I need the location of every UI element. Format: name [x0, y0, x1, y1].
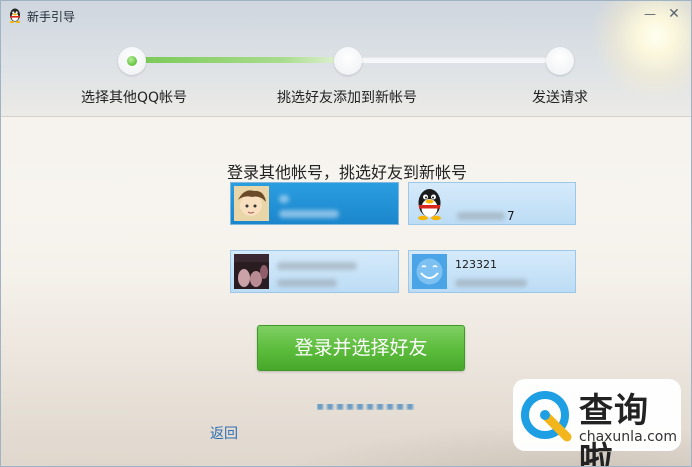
step-2-label: 挑选好友添加到新帐号: [277, 90, 417, 106]
step-1-indicator: [118, 47, 146, 75]
account-card-3[interactable]: [230, 250, 399, 293]
step-3-label: 发送请求: [532, 90, 588, 106]
redacted-name: [277, 262, 357, 270]
close-icon[interactable]: ✕: [663, 5, 685, 23]
header-banner: 新手引导 — ✕ 选择其他QQ帐号 挑选好友添加到新帐号 发送请求: [1, 1, 691, 117]
minimize-icon[interactable]: —: [639, 5, 661, 23]
qq-penguin-icon: [7, 7, 23, 23]
redacted-name: [279, 195, 289, 203]
redacted-number: [457, 212, 505, 220]
watermark: 查询啦 chaxunla.com: [513, 379, 681, 466]
redacted-number: [277, 279, 337, 287]
account-card-4[interactable]: 123321: [408, 250, 576, 293]
page-heading: 登录其他帐号，挑选好友到新帐号: [226, 163, 467, 182]
account-name: 7: [507, 209, 515, 223]
step-1-active-dot: [127, 56, 137, 66]
login-and-select-friends-button[interactable]: 登录并选择好友: [257, 325, 465, 371]
step-3-indicator: [546, 47, 574, 75]
back-link[interactable]: 返回: [210, 423, 238, 443]
redacted-number: [279, 210, 339, 218]
dark-photo-avatar: [234, 254, 269, 289]
guide-window: 新手引导 — ✕ 选择其他QQ帐号 挑选好友添加到新帐号 发送请求 登录其他帐号…: [0, 0, 692, 467]
watermark-url: chaxunla.com: [579, 429, 677, 445]
cartoon-avatar: [234, 186, 269, 221]
partially-hidden-link: [317, 404, 415, 410]
account-card-1[interactable]: [230, 182, 399, 225]
account-card-2[interactable]: 7: [408, 182, 576, 225]
progress-fill: [133, 57, 347, 63]
title-bar: 新手引导 — ✕: [1, 1, 691, 29]
window-title: 新手引导: [27, 10, 76, 24]
watermark-text: 查询啦: [579, 391, 649, 467]
account-name: 123321: [455, 258, 497, 271]
qq-penguin-avatar: [412, 186, 447, 221]
step-2-indicator: [334, 47, 362, 75]
blue-smile-avatar: [412, 254, 447, 289]
magnifier-q-logo-icon: [517, 387, 577, 447]
redacted-number: [455, 279, 527, 287]
step-1-label: 选择其他QQ帐号: [81, 90, 188, 106]
